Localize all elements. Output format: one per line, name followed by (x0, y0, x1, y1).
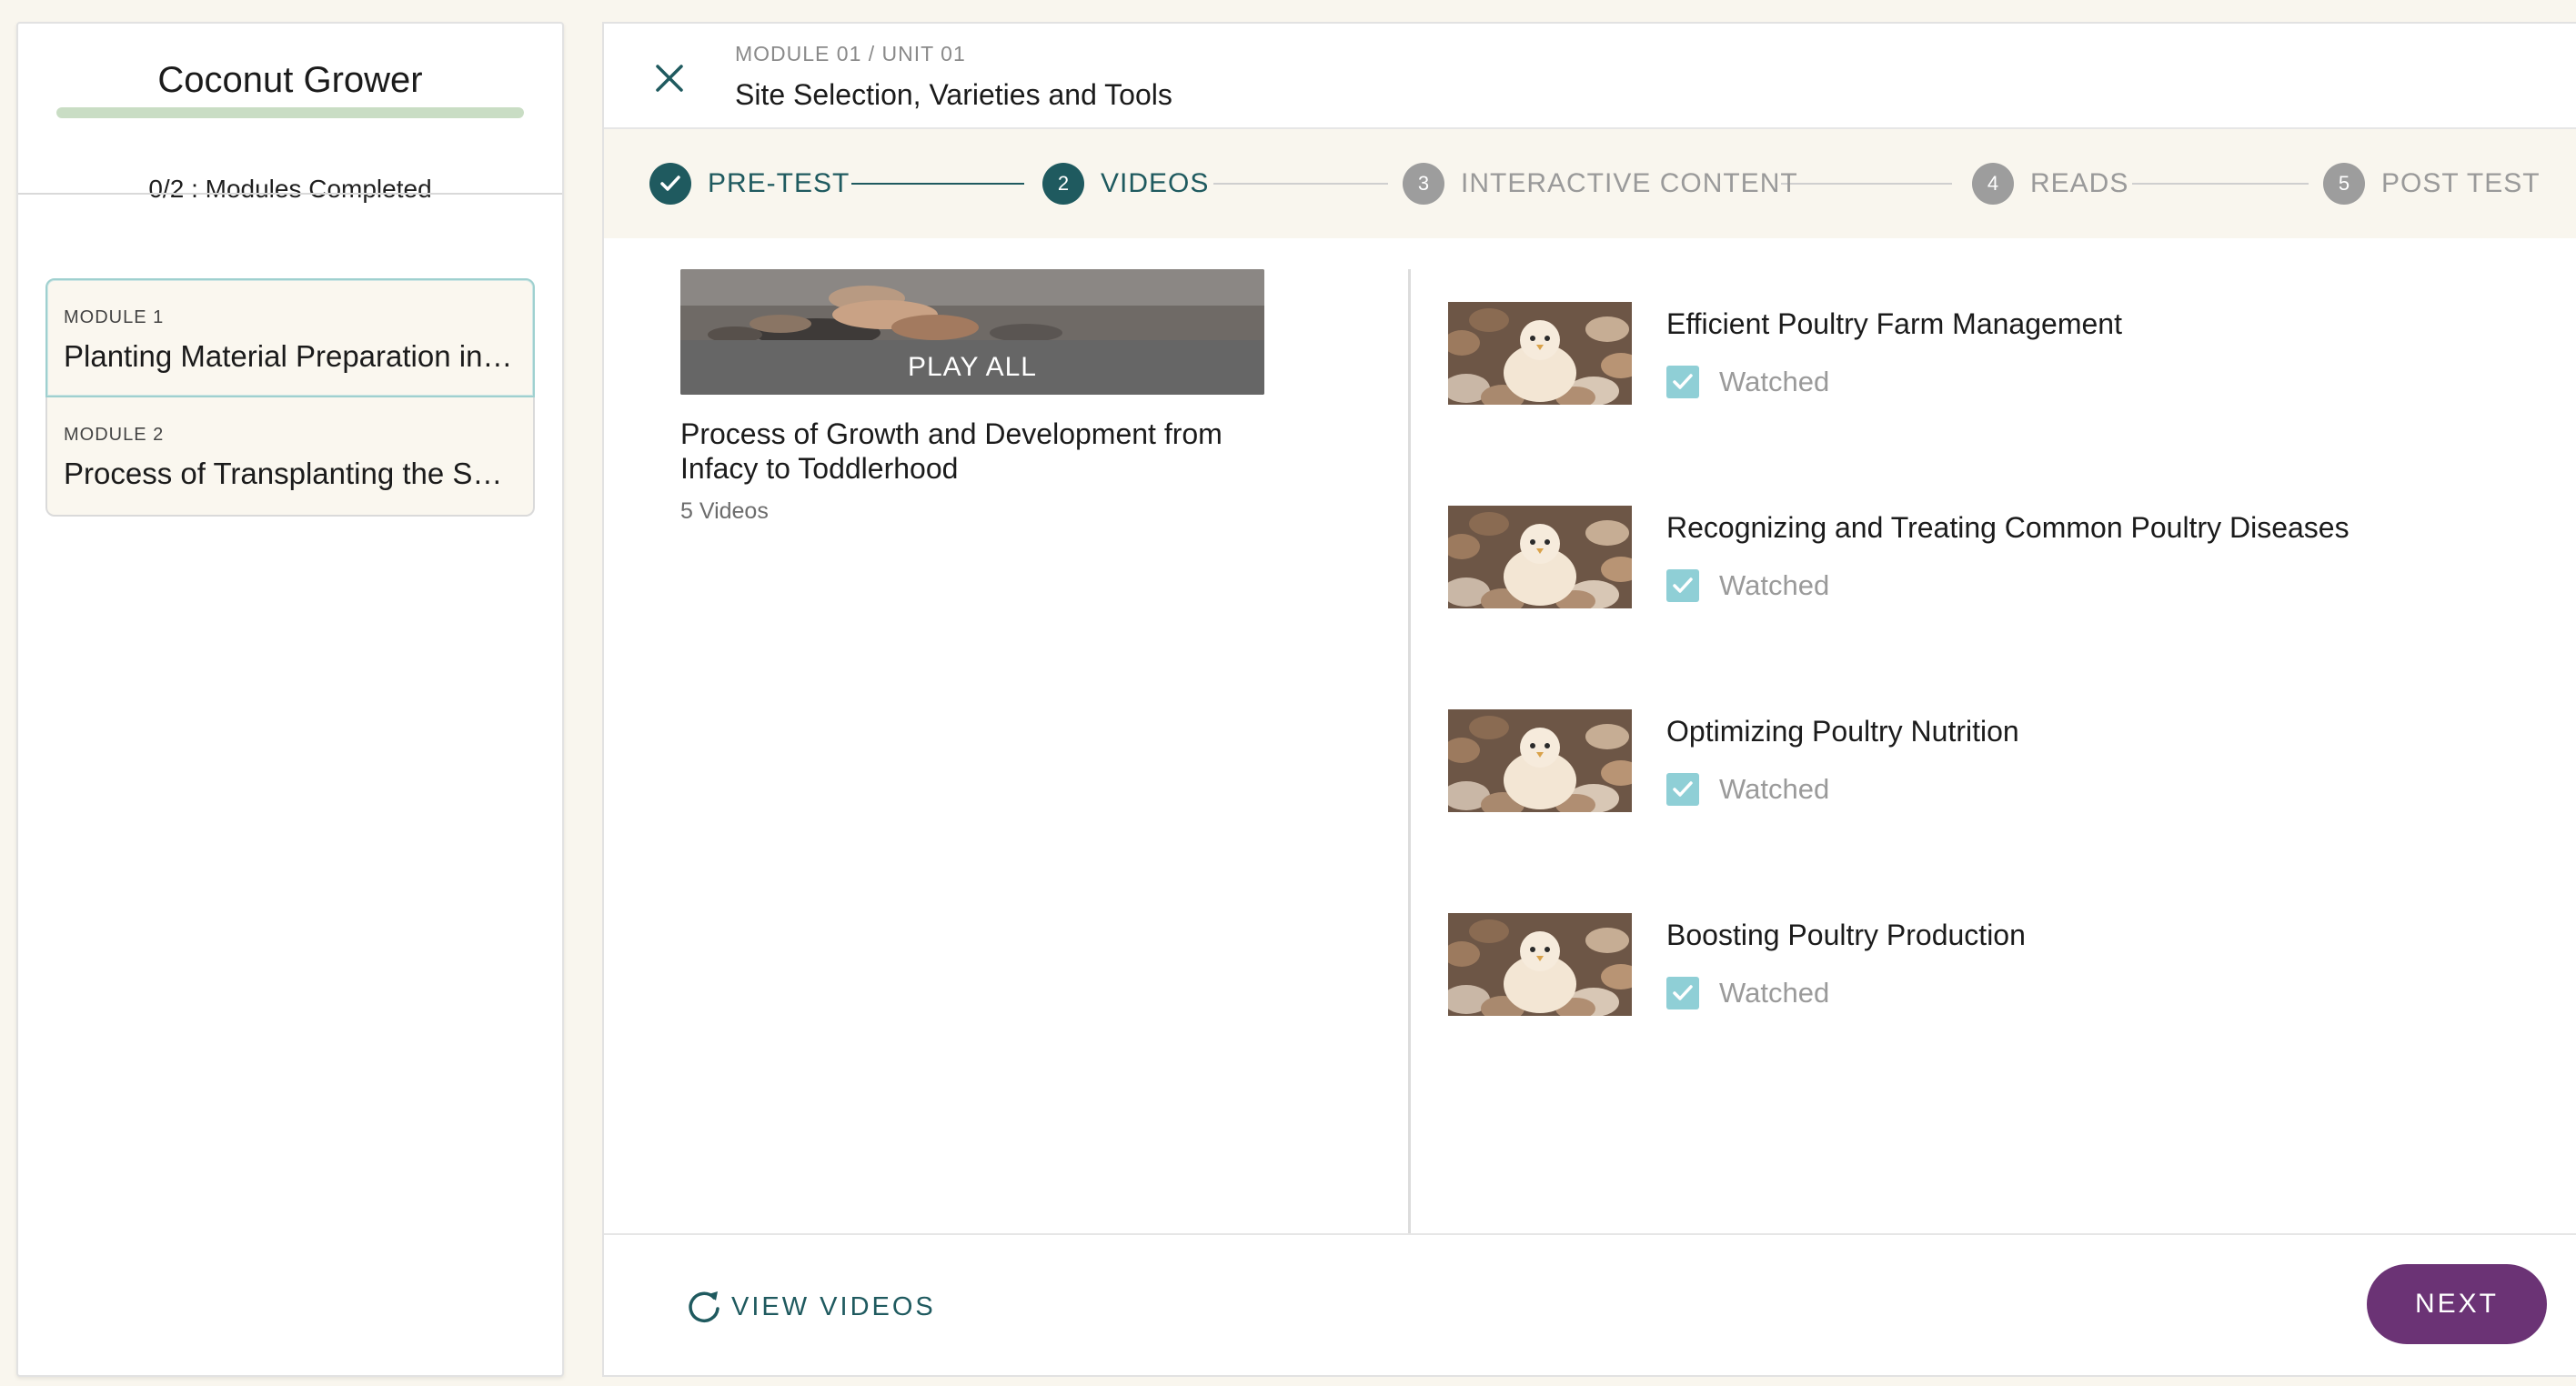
close-icon (656, 65, 683, 92)
step-number: 2 (1042, 163, 1084, 205)
view-videos-button[interactable]: VIEW VIDEOS (684, 1286, 936, 1328)
close-button[interactable] (649, 58, 689, 98)
watched-label: Watched (1719, 366, 1830, 397)
watched-indicator: Watched (1666, 977, 1829, 1009)
unit-header: MODULE 01 / UNIT 01 Site Selection, Vari… (604, 24, 2576, 129)
watched-label: Watched (1719, 569, 1830, 601)
watched-indicator: Watched (1666, 366, 1829, 398)
page-title: Site Selection, Varieties and Tools (735, 78, 1172, 111)
playlist-video-count: 5 Videos (680, 498, 769, 524)
chick-image (1448, 709, 1632, 812)
step-label: READS (2030, 168, 2129, 198)
step-connector (1213, 183, 1388, 185)
course-progress-bar (56, 107, 524, 118)
module-card-1[interactable]: MODULE 1 Planting Material Preparation i… (45, 278, 535, 397)
video-title: Optimizing Poultry Nutrition (1666, 715, 2019, 748)
step-connector (1781, 183, 1952, 185)
step-videos[interactable]: 2 VIDEOS (1042, 129, 1209, 238)
watched-indicator: Watched (1666, 773, 1829, 806)
sidebar-divider (18, 193, 562, 195)
video-title: Recognizing and Treating Common Poultry … (1666, 511, 2350, 544)
step-label: POST TEST (2381, 168, 2541, 198)
checkbox-checked-icon (1666, 977, 1699, 1009)
content-divider (1408, 269, 1411, 1262)
course-sidebar: Coconut Grower 0/2 : Modules Completed M… (16, 22, 564, 1377)
step-label: INTERACTIVE CONTENT (1461, 168, 1798, 198)
video-thumbnail[interactable] (1448, 506, 1632, 608)
step-pre-test[interactable]: PRE-TEST (649, 129, 850, 238)
checkbox-checked-icon (1666, 569, 1699, 602)
course-title: Coconut Grower (157, 60, 423, 100)
videos-content: PLAY ALL Process of Growth and Developme… (604, 238, 2576, 1262)
module-name: Process of Transplanting the Seedlings (64, 457, 517, 490)
step-number: 5 (2323, 163, 2365, 205)
watched-label: Watched (1719, 773, 1830, 805)
step-connector (851, 183, 1024, 185)
unit-panel: MODULE 01 / UNIT 01 Site Selection, Vari… (602, 22, 2576, 1377)
chick-image (1448, 302, 1632, 405)
watched-label: Watched (1719, 977, 1830, 1009)
module-card-2[interactable]: MODULE 2 Process of Transplanting the Se… (45, 397, 535, 517)
step-reads[interactable]: 4 READS (1972, 129, 2128, 238)
next-button[interactable]: NEXT (2367, 1264, 2547, 1344)
video-thumbnail[interactable] (1448, 709, 1632, 812)
module-label: MODULE 1 (64, 307, 165, 327)
checkbox-checked-icon (1666, 366, 1699, 398)
video-thumbnail[interactable] (1448, 302, 1632, 405)
video-title: Efficient Poultry Farm Management (1666, 307, 2122, 340)
chick-image (1448, 506, 1632, 608)
video-thumbnail[interactable] (1448, 913, 1632, 1016)
stones-image (680, 269, 1264, 342)
modules-completed-text: 0/2 : Modules Completed (148, 175, 432, 203)
breadcrumb: MODULE 01 / UNIT 01 (735, 42, 966, 65)
check-icon (649, 163, 691, 205)
module-list: MODULE 1 Planting Material Preparation i… (45, 278, 535, 517)
play-all-button[interactable]: PLAY ALL (680, 340, 1264, 395)
step-label: VIDEOS (1101, 168, 1210, 198)
step-interactive-content[interactable]: 3 INTERACTIVE CONTENT (1403, 129, 1798, 238)
checkbox-checked-icon (1666, 773, 1699, 806)
progress-stepper: PRE-TEST 2 VIDEOS 3 INTERACTIVE CONTENT … (604, 129, 2576, 238)
module-label: MODULE 2 (64, 425, 165, 445)
step-label: PRE-TEST (708, 168, 850, 198)
watched-indicator: Watched (1666, 569, 1829, 602)
replay-icon (689, 1291, 719, 1323)
chick-image (1448, 913, 1632, 1016)
step-post-test[interactable]: 5 POST TEST (2323, 129, 2541, 238)
video-title: Boosting Poultry Production (1666, 919, 2026, 951)
step-number: 4 (1972, 163, 2014, 205)
playlist-thumbnail[interactable]: PLAY ALL (680, 269, 1264, 395)
step-number: 3 (1403, 163, 1444, 205)
module-name: Planting Material Preparation in Nursery (64, 339, 517, 373)
unit-footer: VIEW VIDEOS NEXT (604, 1233, 2576, 1375)
step-connector (2132, 183, 2309, 185)
view-videos-label: VIEW VIDEOS (731, 1291, 936, 1321)
playlist-title: Process of Growth and Development from I… (680, 417, 1223, 485)
